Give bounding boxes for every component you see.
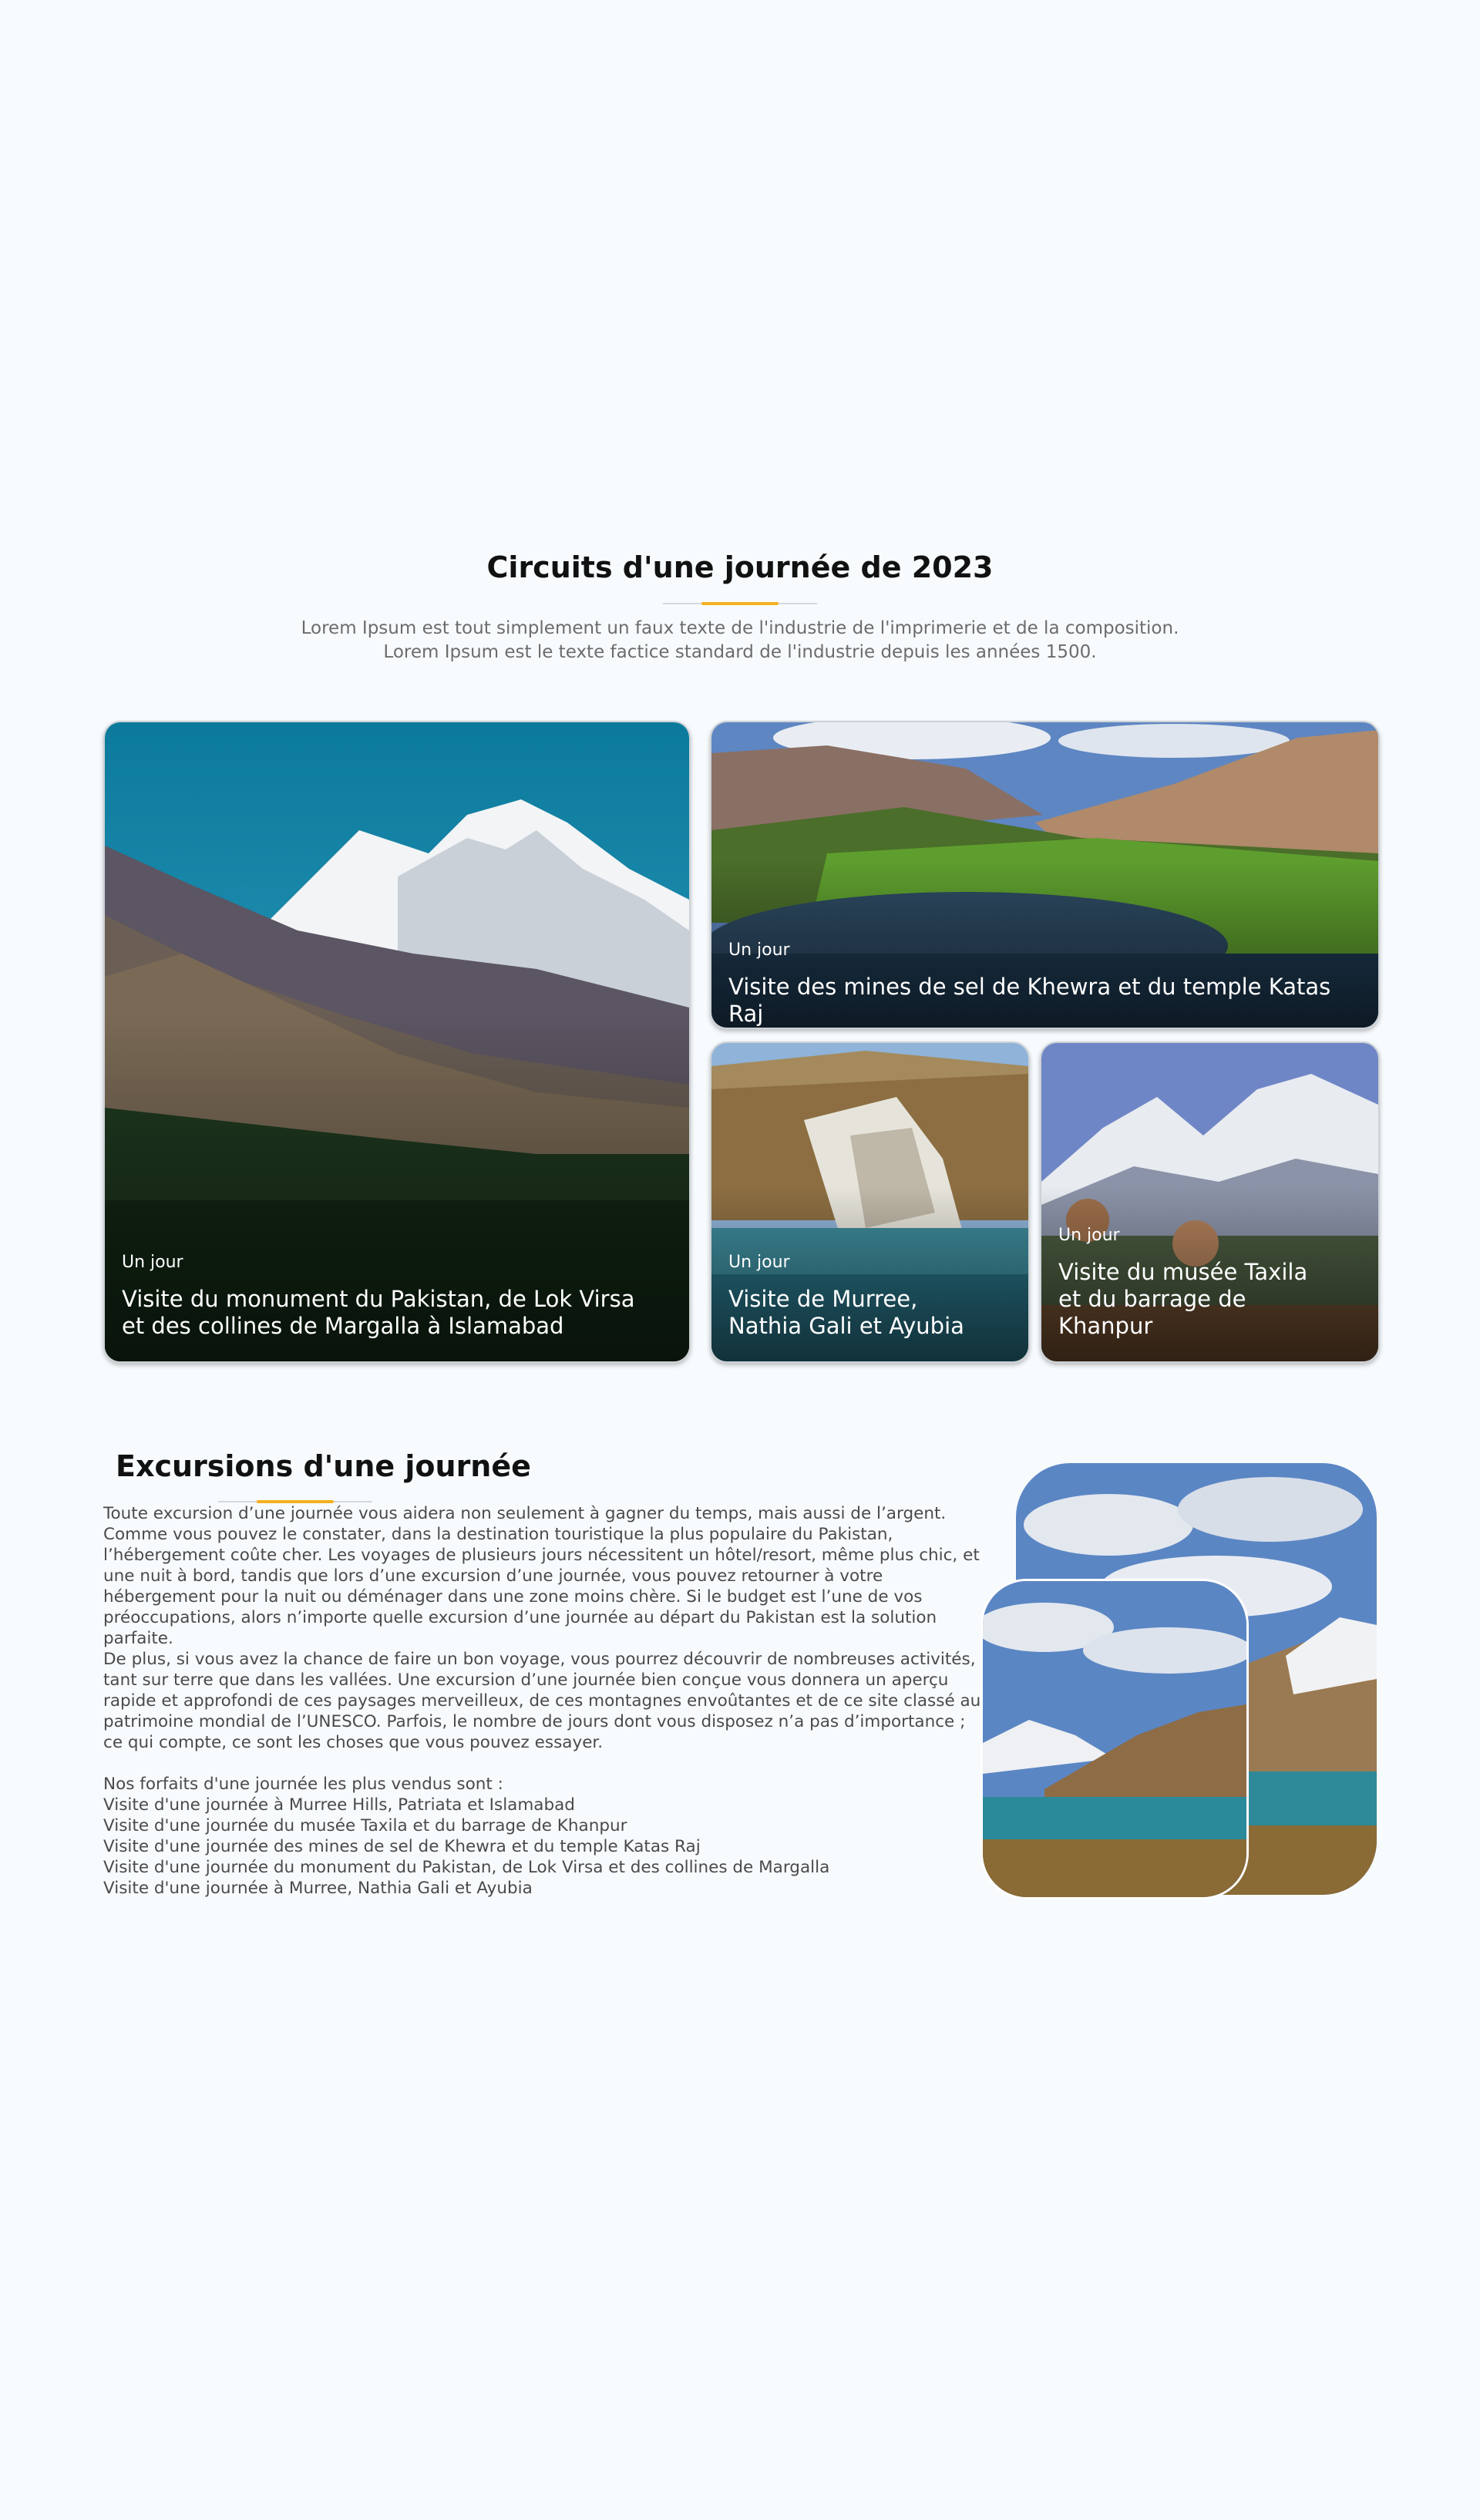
card-title: Visite de Murree, Nathia Gali et Ayubia xyxy=(728,1286,964,1339)
card-duration-tag: Un jour xyxy=(728,940,790,960)
circuits-title: Circuits d'une journée de 2023 xyxy=(486,550,994,584)
card-title: Visite des mines de sel de Khewra et du … xyxy=(728,974,1331,1027)
card-duration-tag: Un jour xyxy=(1058,1226,1120,1245)
excursions-body: Toute excursion d’une journée vous aider… xyxy=(103,1503,988,1899)
card-duration-tag: Un jour xyxy=(122,1253,183,1272)
excursions-title: Excursions d'une journée xyxy=(116,1449,531,1483)
list-item: Visite d'une journée à Murree Hills, Pat… xyxy=(103,1795,575,1815)
tour-card-islamabad[interactable]: Un jour Visite du monument du Pakistan, … xyxy=(103,721,691,1363)
bestseller-list: Visite d'une journée à Murree Hills, Pat… xyxy=(103,1795,988,1899)
tour-card-khewra[interactable]: Un jour Visite des mines de sel de Khewr… xyxy=(710,721,1380,1029)
list-item: Visite d'une journée des mines de sel de… xyxy=(103,1837,701,1856)
circuits-description-line-2: Lorem Ipsum est le texte factice standar… xyxy=(383,642,1097,662)
circuits-description-line-1: Lorem Ipsum est tout simplement un faux … xyxy=(301,618,1179,638)
card-duration-tag: Un jour xyxy=(728,1253,790,1272)
list-item: Visite d'une journée à Murree, Nathia Ga… xyxy=(103,1879,533,1898)
excursions-paragraph-1: Toute excursion d’une journée vous aider… xyxy=(103,1504,980,1648)
circuits-description: Lorem Ipsum est tout simplement un faux … xyxy=(0,617,1480,664)
excursions-paragraph-2: De plus, si vous avez la chance de faire… xyxy=(103,1650,981,1752)
circuits-title-underline xyxy=(663,602,817,605)
card-title: Visite du musée Taxila et du barrage de … xyxy=(1058,1259,1308,1339)
tour-card-murree[interactable]: Un jour Visite de Murree, Nathia Gali et… xyxy=(710,1041,1030,1363)
excursions-list-intro: Nos forfaits d'une journée les plus vend… xyxy=(103,1775,503,1794)
tour-card-taxila[interactable]: Un jour Visite du musée Taxila et du bar… xyxy=(1040,1041,1380,1363)
card-title: Visite du monument du Pakistan, de Lok V… xyxy=(122,1286,635,1339)
excursions-title-underline xyxy=(218,1500,372,1503)
list-item: Visite d'une journée du musée Taxila et … xyxy=(103,1816,627,1835)
list-item: Visite d'une journée du monument du Paki… xyxy=(103,1858,830,1877)
lake-photo-front xyxy=(980,1579,1249,1899)
